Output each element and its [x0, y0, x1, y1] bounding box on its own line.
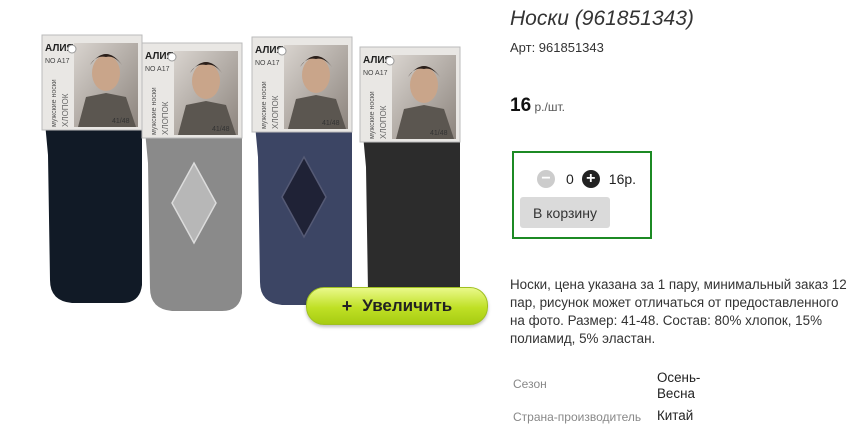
cart-sum: 16р.	[608, 171, 637, 187]
product-title: Носки (961851343)	[510, 7, 694, 30]
plus-icon[interactable]: +	[581, 170, 600, 188]
package-size: 41/48	[212, 126, 230, 133]
price-value: 16	[510, 95, 532, 116]
quantity-stepper: − 0 + 16р.	[537, 168, 636, 190]
package-model: NO A17	[145, 66, 170, 73]
package-side-label: ХЛОПОК	[161, 101, 170, 135]
cart-box: − 0 + 16р. В корзину	[512, 151, 652, 239]
product-photo[interactable]: АЛИЯNO A1741/48мужские носки ХЛОПОКАЛИЯNO…	[30, 25, 485, 325]
zoom-button[interactable]: + Увеличить	[306, 287, 488, 325]
add-to-cart-button[interactable]: В корзину	[520, 197, 610, 228]
package-size: 41/48	[430, 130, 448, 137]
package-size: 41/48	[112, 118, 130, 125]
package-side-label: мужские носки	[369, 91, 376, 139]
model-face	[302, 57, 330, 93]
package-side-label: ХЛОПОК	[271, 95, 280, 129]
sock-pack: АЛИЯNO A1741/48мужские носки ХЛОПОК	[359, 46, 461, 315]
product-description: Носки, цена указана за 1 пару, минимальн…	[510, 277, 847, 346]
hanger-hole	[385, 56, 395, 66]
sock-pack: АЛИЯNO A1741/48мужские носки ХЛОПОК	[141, 42, 243, 311]
product-properties: Сезон Осень-Весна Страна-производитель К…	[513, 370, 715, 424]
package-model: NO A17	[45, 58, 70, 65]
hanger-hole	[277, 46, 287, 56]
quantity-value[interactable]: 0	[566, 171, 574, 187]
price-unit: р./шт.	[531, 100, 565, 114]
package-side-label: мужские носки	[51, 79, 58, 127]
minus-icon[interactable]: −	[537, 170, 555, 188]
product-sku: Арт: 961851343	[510, 40, 604, 55]
property-value: Осень-Весна	[657, 370, 701, 401]
product-gallery: АЛИЯ NO A17 41/48 мужские носки ХЛОПОК АЛИЯ NO…	[0, 0, 500, 434]
sock-pack: АЛИЯNO A1741/48мужские носки ХЛОПОК	[41, 34, 143, 303]
sock-pack: АЛИЯNO A1741/48мужские носки ХЛОПОК	[251, 36, 353, 305]
model-face	[192, 63, 220, 99]
package-model: NO A17	[255, 60, 280, 67]
package-side-label: мужские носки	[261, 81, 268, 129]
zoom-plus-icon: +	[341, 295, 353, 316]
package-side-label: ХЛОПОК	[379, 105, 388, 139]
model-face	[410, 67, 438, 103]
property-key: Сезон	[513, 377, 547, 391]
zoom-label: Увеличить	[362, 296, 453, 315]
product-price: 16 р./шт.	[510, 95, 565, 117]
hanger-hole	[67, 44, 77, 54]
model-face	[92, 55, 120, 91]
property-row: Сезон Осень-Весна	[513, 370, 715, 408]
package-side-label: ХЛОПОК	[61, 93, 70, 127]
package-model: NO A17	[363, 70, 388, 77]
property-key: Страна-производитель	[513, 410, 642, 424]
package-side-label: мужские носки	[151, 87, 158, 135]
package-size: 41/48	[322, 120, 340, 127]
hanger-hole	[167, 52, 177, 62]
property-value: Китай	[657, 408, 694, 423]
property-row: Страна-производитель Китай	[513, 408, 715, 424]
